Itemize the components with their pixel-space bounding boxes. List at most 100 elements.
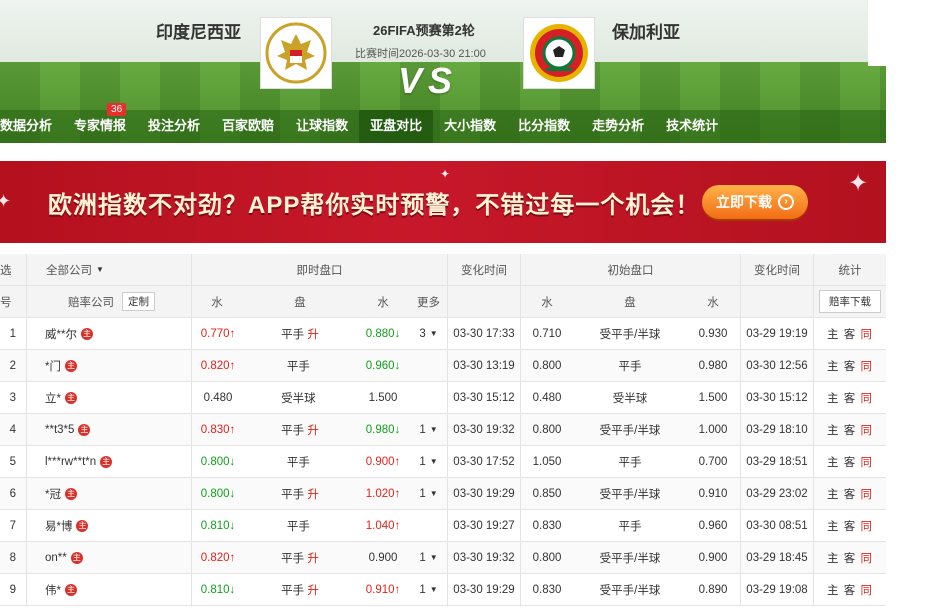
nav-item-handicap-index[interactable]: 让球指数 <box>285 110 359 143</box>
stat-away-link[interactable]: 客 <box>844 326 857 342</box>
initial-change-time: 03-29 18:51 <box>746 455 808 468</box>
nav-item-over-under[interactable]: 大小指数 <box>433 110 507 143</box>
company-name[interactable]: on** 主 <box>45 542 185 573</box>
more-dropdown[interactable]: 1 ▼ <box>410 446 447 477</box>
stat-away-link[interactable]: 客 <box>844 358 857 374</box>
more-dropdown[interactable] <box>410 350 447 381</box>
initial-line: 受平手/半球 <box>599 424 661 437</box>
caret-down-icon: ▼ <box>429 553 438 562</box>
company-name[interactable]: *门主 <box>45 350 185 381</box>
initial-away-water: 0.930 <box>698 327 728 340</box>
line-up-tag: 升 <box>307 584 319 597</box>
more-dropdown[interactable] <box>410 382 447 413</box>
line-up-tag: 升 <box>307 424 319 437</box>
banner-text: 欧洲指数不对劲？APP帮你实时预警，不错过每一个机会！ <box>48 192 701 219</box>
line-up-tag: 升 <box>307 552 319 565</box>
initial-away-water: 1.000 <box>698 423 728 436</box>
more-dropdown[interactable]: 3 ▼ <box>410 318 447 349</box>
stat-home-link[interactable]: 主 <box>827 454 840 470</box>
initial-change-time: 03-29 19:08 <box>746 583 808 596</box>
sparkle-icon: ✦ <box>440 167 451 181</box>
download-now-button[interactable]: 立即下载 › <box>702 185 808 219</box>
promo-banner[interactable]: ✦ ✦ ✦ 欧洲指数不对劲？APP帮你实时预警，不错过每一个机会！ 立即下载 › <box>0 161 886 243</box>
host-badge: 主 <box>70 551 83 564</box>
water2-header: 水 <box>377 296 389 309</box>
nav-item-bet-analysis[interactable]: 投注分析 <box>137 110 211 143</box>
row-number: 2 <box>9 359 16 372</box>
stat-away-link[interactable]: 客 <box>844 518 857 534</box>
company-name[interactable]: *冠主 <box>45 478 185 509</box>
live-change-time: 03-30 19:32 <box>453 551 515 564</box>
nav-item-euro-odds[interactable]: 百家欧赔 <box>211 110 285 143</box>
away-team-logo[interactable] <box>523 17 595 89</box>
stat-away-link[interactable]: 客 <box>844 422 857 438</box>
stat-same-link[interactable]: 同 <box>860 390 873 406</box>
home-team-name[interactable]: 印度尼西亚 <box>156 18 241 43</box>
line-up-tag: 升 <box>307 328 319 341</box>
away-team-name[interactable]: 保加利亚 <box>612 18 680 43</box>
stat-same-link[interactable]: 同 <box>860 454 873 470</box>
stat-away-link[interactable]: 客 <box>844 454 857 470</box>
company-filter[interactable]: 全部公司 ▼ <box>46 254 186 285</box>
company-name[interactable]: 伟* 主 <box>45 574 185 605</box>
stat-same-link[interactable]: 同 <box>860 486 873 502</box>
company-name[interactable]: l***rw**t*n 主 <box>45 446 185 477</box>
initial-home-water: 0.800 <box>532 551 562 564</box>
analysis-nav: 数据分析 专家情报 36 投注分析 百家欧赔 让球指数 亚盘对比 大小指数 比分… <box>0 103 886 143</box>
initial-line: 受平手/半球 <box>599 328 661 341</box>
initial-line-header: 盘 <box>624 296 636 309</box>
more-dropdown[interactable]: 1 ▼ <box>410 574 447 605</box>
select-header[interactable]: 选 <box>0 254 25 285</box>
odds-download-button[interactable]: 赔率下载 <box>819 290 881 313</box>
stat-home-link[interactable]: 主 <box>827 486 840 502</box>
stat-away-link[interactable]: 客 <box>844 582 857 598</box>
live-change-time: 03-30 19:27 <box>453 519 515 532</box>
more-dropdown[interactable]: 1 ▼ <box>410 542 447 573</box>
more-dropdown[interactable] <box>410 510 447 541</box>
stat-same-link[interactable]: 同 <box>860 550 873 566</box>
stat-same-link[interactable]: 同 <box>860 518 873 534</box>
row-stats: 主 客 同 <box>814 318 886 349</box>
stat-same-link[interactable]: 同 <box>860 582 873 598</box>
nav-item-tech-stats[interactable]: 技术统计 <box>655 110 729 143</box>
company-name[interactable]: 立* 主 <box>45 382 185 413</box>
live-home-water: 0.820↑ <box>200 551 236 564</box>
nav-item-expert-intel[interactable]: 专家情报 36 <box>63 103 137 143</box>
stat-home-link[interactable]: 主 <box>827 582 840 598</box>
stat-home-link[interactable]: 主 <box>827 358 840 374</box>
stat-home-link[interactable]: 主 <box>827 422 840 438</box>
stat-home-link[interactable]: 主 <box>827 518 840 534</box>
row-stats: 主 客 同 <box>814 446 886 477</box>
nav-item-asian-handicap[interactable]: 亚盘对比 <box>359 110 434 143</box>
stat-away-link[interactable]: 客 <box>844 550 857 566</box>
nav-item-score-index[interactable]: 比分指数 <box>507 110 581 143</box>
company-name[interactable]: **t3*5 主 <box>45 414 185 445</box>
host-badge: 主 <box>80 327 93 340</box>
more-dropdown[interactable]: 1 ▼ <box>410 478 447 509</box>
stat-same-link[interactable]: 同 <box>860 422 873 438</box>
stat-home-link[interactable]: 主 <box>827 390 840 406</box>
customize-button[interactable]: 定制 <box>122 292 155 311</box>
nav-item-trend-analysis[interactable]: 走势分析 <box>581 110 655 143</box>
company-name[interactable]: 威**尔主 <box>45 318 185 349</box>
live-change-time: 03-30 19:29 <box>453 583 515 596</box>
host-badge: 主 <box>78 423 91 436</box>
initial-line: 平手 <box>618 360 642 373</box>
host-badge: 主 <box>64 583 77 596</box>
nav-item-data-analysis[interactable]: 数据分析 <box>0 110 63 143</box>
company-name[interactable]: 易*博主 <box>45 510 185 541</box>
stat-away-link[interactable]: 客 <box>844 486 857 502</box>
stat-same-link[interactable]: 同 <box>860 326 873 342</box>
live-change-time: 03-30 17:33 <box>453 327 515 340</box>
asian-handicap-table: 选 全部公司 ▼ 即时盘口 变化时间 初始盘口 变化时间 统计 号 赔率公司 定制 <box>0 254 886 606</box>
stat-home-link[interactable]: 主 <box>827 550 840 566</box>
stat-same-link[interactable]: 同 <box>860 358 873 374</box>
live-home-water: 0.820↑ <box>200 359 236 372</box>
stat-home-link[interactable]: 主 <box>827 326 840 342</box>
sparkle-icon: ✦ <box>848 170 869 197</box>
more-dropdown[interactable]: 1 ▼ <box>410 414 447 445</box>
sparkle-icon: ✦ <box>0 191 12 211</box>
stat-away-link[interactable]: 客 <box>844 390 857 406</box>
live-away-water: 0.910↑ <box>365 583 401 596</box>
home-team-logo[interactable] <box>260 17 332 89</box>
